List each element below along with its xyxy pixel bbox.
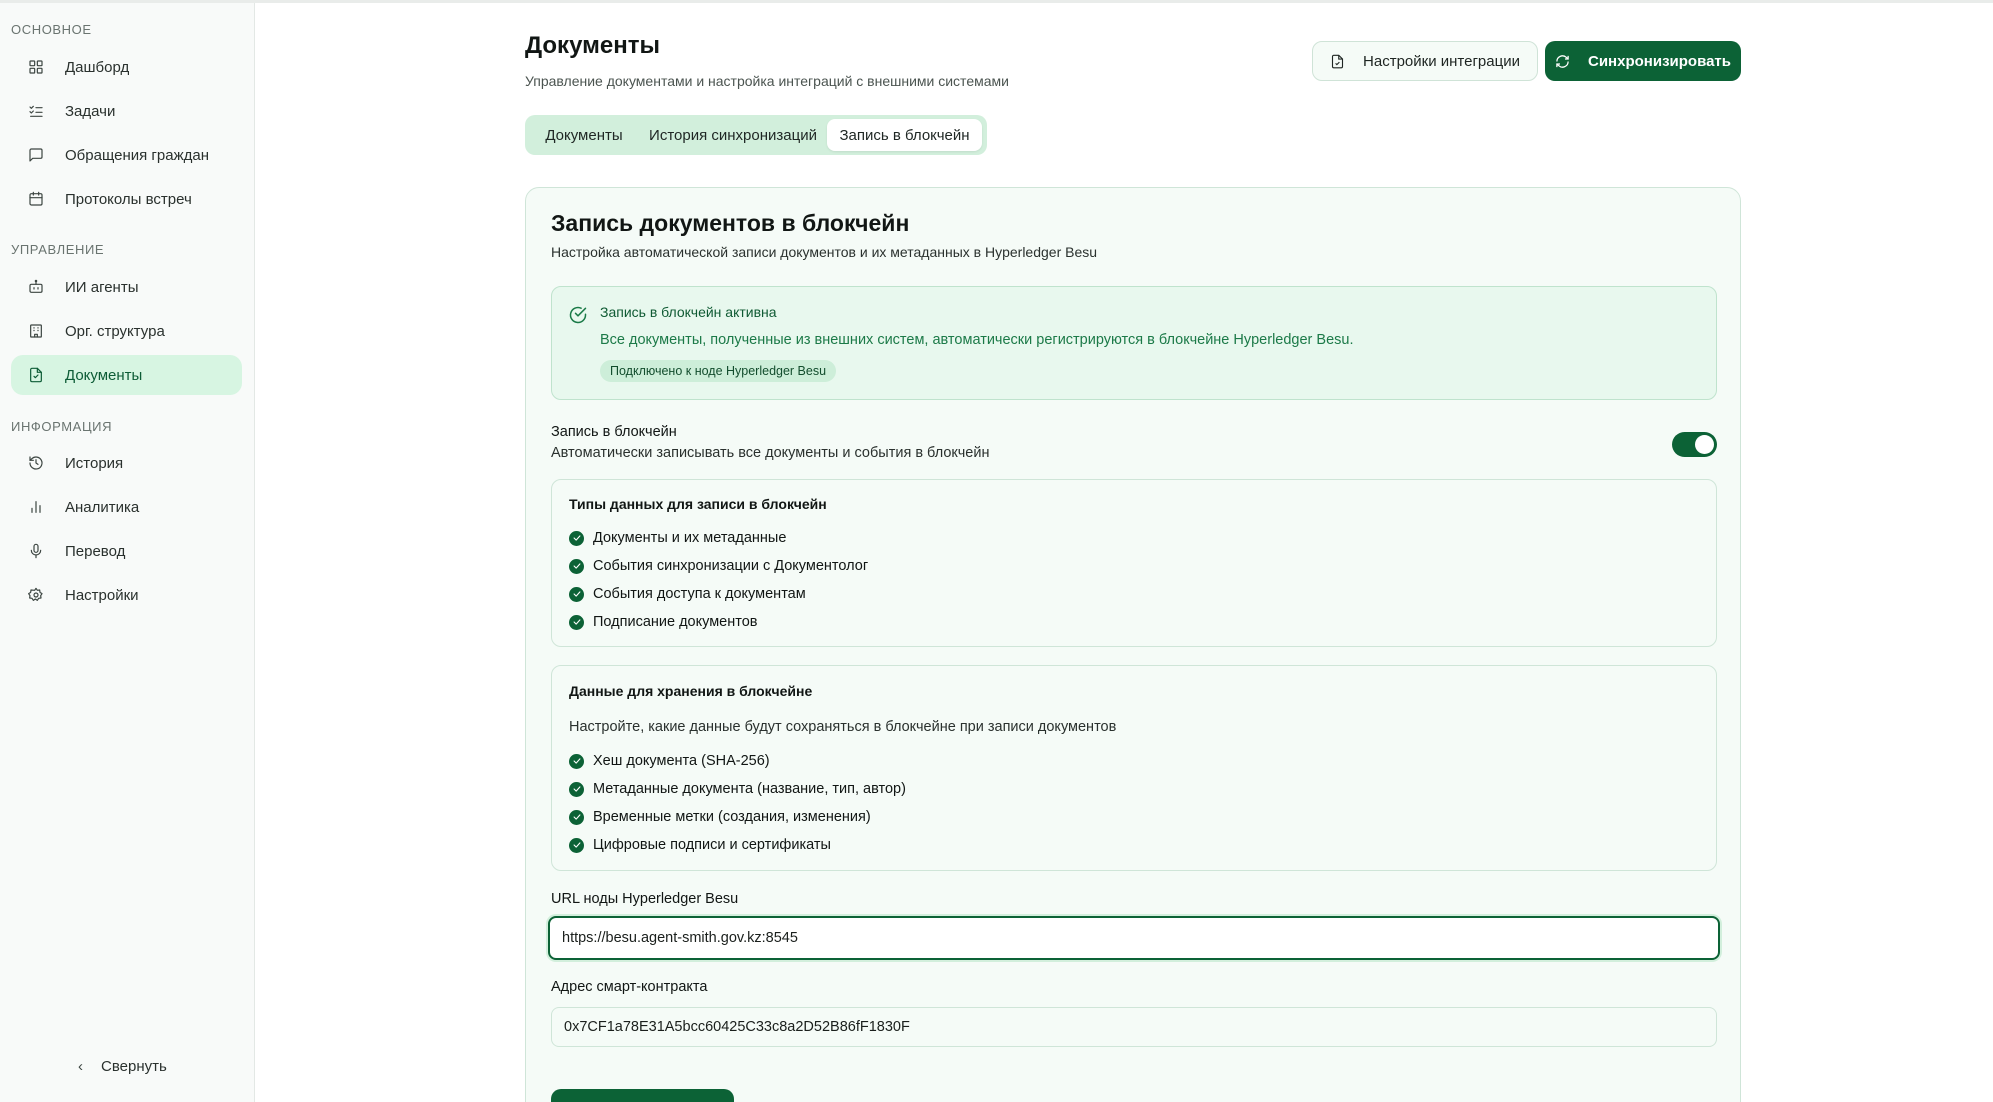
page-title: Документы [525, 32, 660, 59]
toggle-knob [1695, 435, 1714, 454]
calendar-icon [27, 190, 45, 208]
gear-icon [27, 586, 45, 604]
sidebar-item-label: Настройки [65, 586, 139, 604]
list-item-label: Документы и их метаданные [593, 530, 787, 546]
sidebar-item-label: Документы [65, 366, 143, 384]
card-title: Запись документов в блокчейн [551, 210, 910, 236]
top-border [0, 0, 1993, 3]
bar-chart-icon [27, 498, 45, 516]
list-item: Временные метки (создания, изменения) [569, 809, 871, 825]
sidebar-item-dashboard[interactable]: Дашборд [11, 47, 242, 87]
sidebar-item-protocols[interactable]: Протоколы встреч [11, 179, 242, 219]
sidebar-item-label: Дашборд [65, 58, 130, 76]
list-item-label: Цифровые подписи и сертификаты [593, 837, 831, 853]
check-icon [569, 781, 584, 797]
list-item-label: Хеш документа (SHA-256) [593, 753, 770, 769]
check-icon [569, 837, 584, 853]
tab-sync-history[interactable]: История синхронизаций [641, 119, 825, 151]
list-item: Цифровые подписи и сертификаты [569, 837, 831, 853]
list-item: События синхронизации с Документолог [569, 558, 868, 574]
contract-address-label: Адрес смарт-контракта [551, 979, 708, 995]
file-icon [27, 366, 45, 384]
check-icon [569, 753, 584, 769]
list-item-label: События доступа к документам [593, 586, 806, 602]
sidebar-item-label: Аналитика [65, 498, 140, 516]
sidebar-item-analytics[interactable]: Аналитика [11, 487, 242, 527]
sidebar-section-title: ОСНОВНОЕ [11, 22, 92, 37]
sidebar-item-settings[interactable]: Настройки [11, 575, 242, 615]
contract-address-input[interactable] [551, 1007, 1717, 1047]
sidebar-item-label: История [65, 454, 124, 472]
check-circle-icon [568, 305, 588, 325]
list-item-label: События синхронизации с Документолог [593, 558, 869, 574]
mic-icon [27, 542, 45, 560]
check-icon [569, 809, 584, 825]
collapse-sidebar-button[interactable]: ‹ Свернуть [78, 1058, 167, 1075]
integration-settings-button[interactable]: Настройки интеграции [1312, 41, 1538, 81]
sidebar-item-label: Орг. структура [65, 322, 165, 340]
card-subtitle: Настройка автоматической записи документ… [551, 244, 1098, 260]
node-url-label: URL ноды Hyperledger Besu [551, 891, 739, 907]
box-title: Данные для хранения в блокчейне [569, 683, 813, 699]
sidebar-item-label: Протоколы встреч [65, 190, 192, 208]
storage-box: Данные для хранения в блокчейне Настройт… [551, 665, 1717, 871]
chevron-left-icon: ‹ [78, 1058, 83, 1075]
history-icon [27, 454, 45, 472]
building-icon [27, 322, 45, 340]
alert-title: Запись в блокчейн активна [600, 304, 777, 320]
refresh-icon [1556, 54, 1569, 68]
sidebar-item-appeals[interactable]: Обращения граждан [11, 135, 242, 175]
list-item: Метаданные документа (название, тип, авт… [569, 781, 906, 797]
check-icon [569, 614, 584, 630]
data-types-box: Типы данных для записи в блокчейн Докуме… [551, 479, 1717, 647]
sidebar-item-translate[interactable]: Перевод [11, 531, 242, 571]
node-url-input[interactable] [548, 916, 1720, 960]
blockchain-toggle[interactable] [1672, 432, 1717, 457]
check-icon [569, 558, 584, 574]
grid-icon [27, 58, 45, 76]
sync-label: Синхронизировать [1588, 52, 1731, 70]
box-title: Типы данных для записи в блокчейн [569, 496, 827, 512]
file-icon [1331, 54, 1344, 68]
collapse-label: Свернуть [101, 1058, 167, 1075]
sidebar-item-org-structure[interactable]: Орг. структура [11, 311, 242, 351]
list-item: События доступа к документам [569, 586, 806, 602]
sidebar-item-label: Перевод [65, 542, 126, 560]
list-item: Документы и их метаданные [569, 530, 786, 546]
sidebar-item-history[interactable]: История [11, 443, 242, 483]
box-description: Настройте, какие данные будут сохранятьс… [569, 719, 1117, 735]
sidebar-item-documents[interactable]: Документы [11, 355, 242, 395]
sync-button[interactable]: Синхронизировать [1545, 41, 1741, 81]
sidebar-item-label: Задачи [65, 102, 116, 120]
page-subtitle: Управление документами и настройка интег… [525, 73, 1009, 89]
tab-documents[interactable]: Документы [529, 119, 639, 151]
integration-settings-label: Настройки интеграции [1363, 52, 1520, 70]
sidebar-item-label: ИИ агенты [65, 278, 139, 296]
sidebar: ОСНОВНОЕ Дашборд Задачи Обращения гражда… [0, 3, 255, 1102]
status-alert: Запись в блокчейн активна Все документы,… [551, 286, 1717, 400]
list-item-label: Временные метки (создания, изменения) [593, 809, 871, 825]
status-badge: Подключено к ноде Hyperledger Besu [600, 360, 837, 382]
sidebar-item-ai-agents[interactable]: ИИ агенты [11, 267, 242, 307]
sidebar-section-title: ИНФОРМАЦИЯ [11, 419, 113, 434]
blockchain-card: Запись документов в блокчейн Настройка а… [525, 187, 1741, 1102]
check-icon [569, 530, 584, 546]
toggle-label: Запись в блокчейн [551, 424, 677, 440]
sidebar-item-tasks[interactable]: Задачи [11, 91, 242, 131]
list-item-label: Метаданные документа (название, тип, авт… [593, 781, 906, 797]
toggle-description: Автоматически записывать все документы и… [551, 445, 990, 461]
list-item: Подписание документов [569, 614, 758, 630]
list-item: Хеш документа (SHA-256) [569, 753, 770, 769]
sidebar-item-label: Обращения граждан [65, 146, 209, 164]
list-item-label: Подписание документов [593, 614, 758, 630]
tab-blockchain[interactable]: Запись в блокчейн [827, 119, 982, 151]
tab-bar: Документы История синхронизаций Запись в… [525, 115, 987, 155]
sidebar-section-title: УПРАВЛЕНИЕ [11, 242, 105, 257]
bot-icon [27, 278, 45, 296]
check-icon [569, 586, 584, 602]
save-button[interactable] [551, 1089, 734, 1102]
message-square-icon [27, 146, 45, 164]
alert-text: Все документы, полученные из внешних сис… [600, 332, 1354, 348]
list-check-icon [27, 102, 45, 120]
